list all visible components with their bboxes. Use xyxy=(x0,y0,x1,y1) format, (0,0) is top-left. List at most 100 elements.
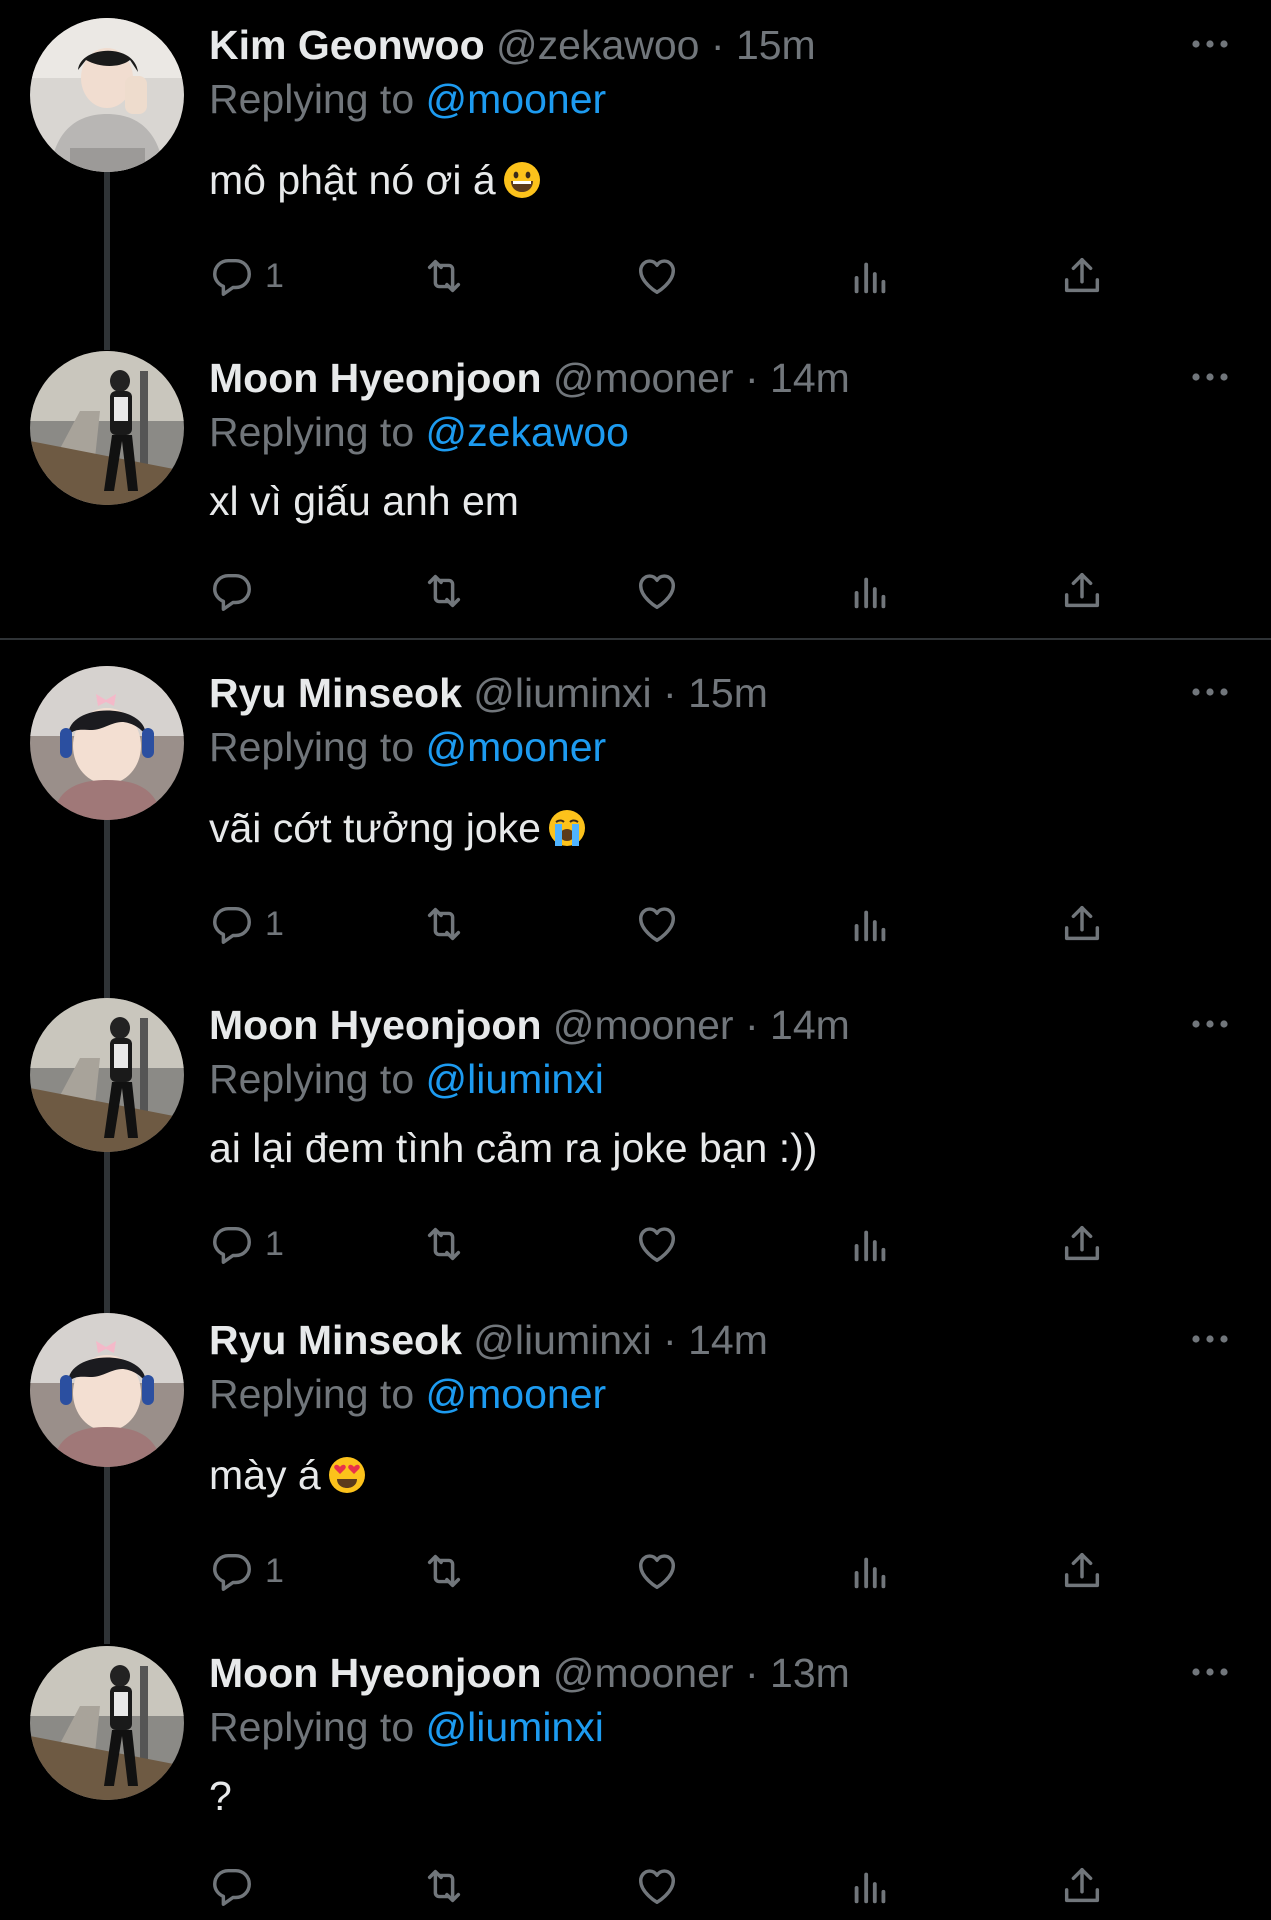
reply-icon xyxy=(209,901,255,947)
action-bar xyxy=(209,563,1129,619)
like-button[interactable] xyxy=(634,248,680,304)
author-handle[interactable]: @liuminxi xyxy=(473,1317,651,1363)
author-handle[interactable]: @mooner xyxy=(553,1650,734,1696)
tweet-text: ? xyxy=(209,1768,232,1824)
retweet-button[interactable] xyxy=(421,563,467,619)
timestamp[interactable]: 13m xyxy=(770,1650,850,1696)
reply-count: 1 xyxy=(265,256,284,295)
author-name[interactable]: Ryu Minseok xyxy=(209,670,462,716)
mention-link[interactable]: @zekawoo xyxy=(426,409,629,455)
reply-icon xyxy=(209,1221,255,1267)
like-icon xyxy=(634,901,680,947)
views-icon xyxy=(847,568,893,614)
timestamp[interactable]: 14m xyxy=(688,1317,768,1363)
author-name[interactable]: Moon Hyeonjoon xyxy=(209,1002,542,1048)
share-button[interactable] xyxy=(1059,1858,1105,1914)
replying-prefix: Replying to xyxy=(209,1371,415,1417)
separator-dot: · xyxy=(663,670,677,716)
views-button[interactable] xyxy=(847,896,893,952)
retweet-button[interactable] xyxy=(421,248,467,304)
reply-button[interactable] xyxy=(209,1858,265,1914)
author-handle[interactable]: @mooner xyxy=(553,1002,734,1048)
action-bar: 1 xyxy=(209,896,1129,952)
author-handle[interactable]: @zekawoo xyxy=(496,22,699,68)
views-button[interactable] xyxy=(847,1216,893,1272)
share-button[interactable] xyxy=(1059,1216,1105,1272)
avatar[interactable] xyxy=(30,998,184,1152)
share-button[interactable] xyxy=(1059,248,1105,304)
like-button[interactable] xyxy=(634,563,680,619)
action-bar xyxy=(209,1858,1129,1914)
tweet[interactable]: Moon Hyeonjoon @mooner · 13m Replying to… xyxy=(0,1628,1271,1920)
reply-count: 1 xyxy=(265,1224,284,1263)
reply-button[interactable]: 1 xyxy=(209,1216,284,1272)
share-button[interactable] xyxy=(1059,896,1105,952)
reply-button[interactable] xyxy=(209,563,265,619)
author-handle[interactable]: @mooner xyxy=(553,355,734,401)
views-button[interactable] xyxy=(847,1858,893,1914)
retweet-button[interactable] xyxy=(421,1543,467,1599)
retweet-button[interactable] xyxy=(421,1216,467,1272)
action-bar: 1 xyxy=(209,1216,1129,1272)
grinning-face-emoji-icon xyxy=(503,162,540,198)
tweet[interactable]: Moon Hyeonjoon @mooner · 14m Replying to… xyxy=(0,333,1271,638)
replying-to: Replying to @mooner xyxy=(209,1367,606,1421)
author-name[interactable]: Kim Geonwoo xyxy=(209,22,485,68)
tweet[interactable]: Ryu Minseok @liuminxi · 15m Replying to … xyxy=(0,648,1271,963)
views-button[interactable] xyxy=(847,1543,893,1599)
mention-link[interactable]: @mooner xyxy=(426,724,607,770)
views-button[interactable] xyxy=(847,248,893,304)
replying-prefix: Replying to xyxy=(209,724,415,770)
retweet-button[interactable] xyxy=(421,1858,467,1914)
more-horizontal-icon[interactable] xyxy=(1188,1662,1232,1682)
timestamp[interactable]: 14m xyxy=(770,1002,850,1048)
avatar[interactable] xyxy=(30,351,184,505)
reply-button[interactable]: 1 xyxy=(209,248,284,304)
more-horizontal-icon[interactable] xyxy=(1188,682,1232,702)
retweet-button[interactable] xyxy=(421,896,467,952)
author-name[interactable]: Ryu Minseok xyxy=(209,1317,462,1363)
more-horizontal-icon[interactable] xyxy=(1188,1014,1232,1034)
reply-button[interactable]: 1 xyxy=(209,1543,284,1599)
mention-link[interactable]: @liuminxi xyxy=(426,1056,604,1102)
author-name[interactable]: Moon Hyeonjoon xyxy=(209,355,542,401)
share-icon xyxy=(1059,568,1105,614)
timestamp[interactable]: 15m xyxy=(688,670,768,716)
like-button[interactable] xyxy=(634,896,680,952)
tweet[interactable]: Moon Hyeonjoon @mooner · 14m Replying to… xyxy=(0,980,1271,1295)
tweet-text: mô phật nó ơi á xyxy=(209,152,542,208)
tweet-header: Moon Hyeonjoon @mooner · 13m xyxy=(209,1646,850,1700)
mention-link[interactable]: @mooner xyxy=(426,76,607,122)
retweet-icon xyxy=(421,901,467,947)
timestamp[interactable]: 15m xyxy=(736,22,816,68)
mention-link[interactable]: @liuminxi xyxy=(426,1704,604,1750)
more-horizontal-icon[interactable] xyxy=(1188,1329,1232,1349)
avatar[interactable] xyxy=(30,1313,184,1467)
reply-button[interactable]: 1 xyxy=(209,896,284,952)
more-horizontal-icon[interactable] xyxy=(1188,34,1232,54)
like-icon xyxy=(634,1548,680,1594)
like-button[interactable] xyxy=(634,1543,680,1599)
avatar[interactable] xyxy=(30,18,184,172)
like-button[interactable] xyxy=(634,1216,680,1272)
tweet-text: mày á xyxy=(209,1447,367,1503)
loudly-crying-face-emoji-icon xyxy=(548,810,585,846)
tweet[interactable]: Ryu Minseok @liuminxi · 14m Replying to … xyxy=(0,1295,1271,1610)
more-horizontal-icon[interactable] xyxy=(1188,367,1232,387)
tweet[interactable]: Kim Geonwoo @zekawoo · 15m Replying to @… xyxy=(0,0,1271,315)
replying-to: Replying to @mooner xyxy=(209,72,606,126)
views-button[interactable] xyxy=(847,563,893,619)
avatar[interactable] xyxy=(30,1646,184,1800)
avatar[interactable] xyxy=(30,666,184,820)
replying-to: Replying to @mooner xyxy=(209,720,606,774)
share-button[interactable] xyxy=(1059,563,1105,619)
reply-icon xyxy=(209,568,255,614)
share-button[interactable] xyxy=(1059,1543,1105,1599)
timestamp[interactable]: 14m xyxy=(770,355,850,401)
conversation-divider xyxy=(0,638,1271,640)
author-handle[interactable]: @liuminxi xyxy=(473,670,651,716)
mention-link[interactable]: @mooner xyxy=(426,1371,607,1417)
separator-dot: · xyxy=(744,1002,759,1048)
author-name[interactable]: Moon Hyeonjoon xyxy=(209,1650,542,1696)
like-button[interactable] xyxy=(634,1858,680,1914)
